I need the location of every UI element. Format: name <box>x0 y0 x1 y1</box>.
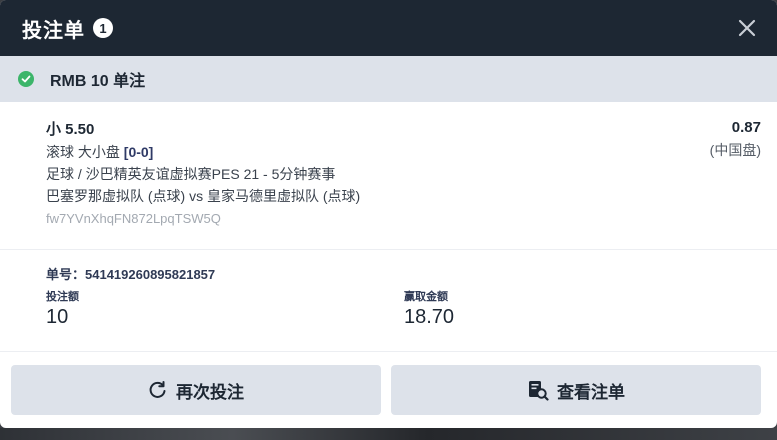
action-bar: 再次投注 查看注单 <box>0 352 777 428</box>
win-value: 18.70 <box>404 306 455 328</box>
win-block: 赢取金额 18.70 <box>404 288 454 329</box>
background-strip <box>0 428 777 440</box>
stake-label: 投注额 <box>46 291 79 303</box>
bet-code: fw7YVnXhqFN872LpqTSW5Q <box>46 211 221 226</box>
stake-value: 10 <box>46 306 69 328</box>
rebet-button[interactable]: 再次投注 <box>11 365 381 415</box>
stake-block: 投注额 10 <box>46 288 79 329</box>
view-bets-label: 查看注单 <box>557 382 625 402</box>
bet-info: 单号：541419260895821857 投注额 10 赢取金额 18.70 <box>0 250 777 352</box>
match-name: 巴塞罗那虚拟队 (点球) vs 皇家马德里虚拟队 (点球) <box>46 188 361 204</box>
betslip-modal: 投注单 1 RMB 10 单注 小 5.50 0.87 (中国盘) 滚球 大小盘… <box>0 0 777 428</box>
bet-selection: 小 5.50 <box>46 121 95 138</box>
bet-odds: 0.87 <box>731 119 761 136</box>
market-line: 滚球 大小盘 [0-0] <box>46 143 761 161</box>
close-button[interactable] <box>733 14 761 42</box>
win-label: 赢取金额 <box>404 291 448 303</box>
order-number: 单号：541419260895821857 <box>46 267 216 282</box>
close-icon <box>738 19 756 37</box>
odds-type: (中国盘) <box>709 142 761 158</box>
modal-header: 投注单 1 <box>0 0 777 56</box>
live-score: [0-0] <box>123 144 154 160</box>
league-name: 足球 / 沙巴精英友谊虚拟赛PES 21 - 5分钟赛事 <box>46 166 336 182</box>
market-name: 滚球 大小盘 <box>46 144 124 160</box>
check-circle-icon <box>18 71 34 87</box>
bet-details: 小 5.50 0.87 (中国盘) 滚球 大小盘 [0-0] 足球 / 沙巴精英… <box>0 102 777 250</box>
bet-count-badge: 1 <box>93 18 113 38</box>
modal-title: 投注单 <box>22 19 85 42</box>
receipt-search-icon <box>529 381 549 401</box>
status-text: RMB 10 单注 <box>50 73 146 90</box>
status-bar: RMB 10 单注 <box>0 56 777 102</box>
rebet-label: 再次投注 <box>176 382 244 402</box>
view-bets-button[interactable]: 查看注单 <box>391 365 761 415</box>
refresh-icon <box>149 381 166 398</box>
